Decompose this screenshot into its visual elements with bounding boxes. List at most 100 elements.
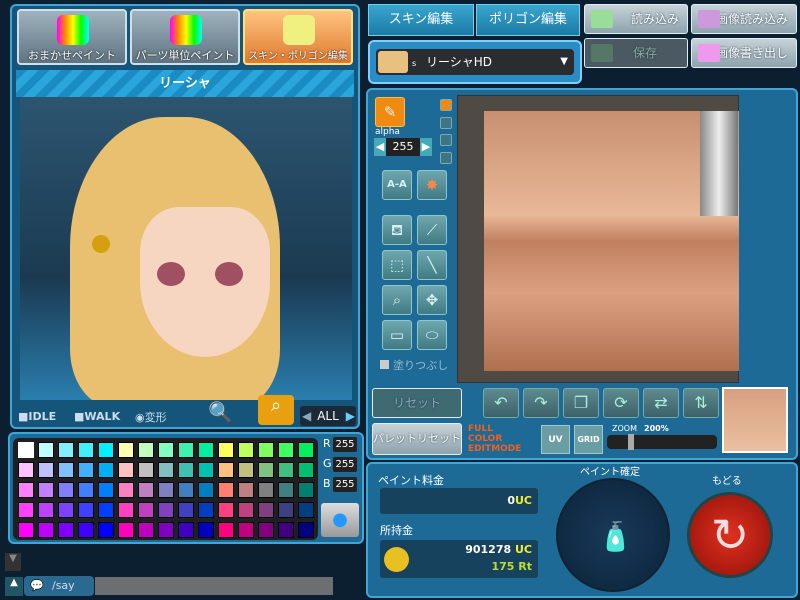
- palette-swatch[interactable]: [198, 462, 214, 478]
- chat-mode-button[interactable]: 💬 /say: [24, 576, 94, 596]
- palette-swatch[interactable]: [138, 482, 154, 498]
- color-mixer-icon[interactable]: ●: [321, 503, 359, 537]
- palette-swatch[interactable]: [238, 482, 254, 498]
- palette-swatch[interactable]: [158, 482, 174, 498]
- palette-swatch[interactable]: [278, 522, 294, 538]
- palette-swatch[interactable]: [218, 482, 234, 498]
- palette-swatch[interactable]: [18, 502, 34, 518]
- palette-swatch[interactable]: [38, 522, 54, 538]
- animation-selector[interactable]: ◀ ALL ▶: [300, 406, 356, 426]
- palette-swatch[interactable]: [118, 442, 134, 458]
- decrement-icon[interactable]: ◀: [374, 138, 386, 156]
- palette-swatch[interactable]: [38, 442, 54, 458]
- palette-swatch[interactable]: [138, 462, 154, 478]
- brush-size-4[interactable]: [440, 152, 452, 164]
- palette-swatch[interactable]: [58, 442, 74, 458]
- checkbox-icon[interactable]: [380, 360, 389, 369]
- palette-swatch[interactable]: [218, 462, 234, 478]
- palette-swatch[interactable]: [118, 462, 134, 478]
- zoom-view-icon[interactable]: 🔍: [208, 400, 246, 428]
- palette-swatch[interactable]: [258, 502, 274, 518]
- palette-swatch[interactable]: [238, 442, 254, 458]
- undo-icon[interactable]: ↶: [483, 388, 519, 418]
- palette-swatch[interactable]: [178, 462, 194, 478]
- texture-canvas[interactable]: [457, 95, 739, 383]
- flip-vertical-icon[interactable]: ⇅: [683, 388, 719, 418]
- reset-button[interactable]: リセット: [372, 388, 462, 418]
- palette-swatch[interactable]: [298, 462, 314, 478]
- increment-icon[interactable]: ▶: [420, 138, 432, 156]
- palette-swatch[interactable]: [78, 502, 94, 518]
- tab-parts-paint[interactable]: パーツ単位ペイント: [130, 9, 240, 65]
- palette-swatch[interactable]: [98, 482, 114, 498]
- palette-swatch[interactable]: [198, 482, 214, 498]
- palette-swatch[interactable]: [258, 522, 274, 538]
- search-item-icon[interactable]: ⌕: [258, 395, 294, 425]
- palette-swatch[interactable]: [138, 522, 154, 538]
- bucket-fill-icon[interactable]: ⛾: [382, 215, 412, 245]
- palette-swatch[interactable]: [198, 522, 214, 538]
- palette-swatch[interactable]: [198, 502, 214, 518]
- g-value[interactable]: 255: [333, 457, 357, 472]
- palette-swatch[interactable]: [118, 502, 134, 518]
- r-value[interactable]: 255: [333, 437, 357, 452]
- palette-swatch[interactable]: [298, 442, 314, 458]
- next-arrow-icon[interactable]: ▶: [346, 406, 355, 426]
- line-tool-icon[interactable]: ╲: [417, 250, 447, 280]
- palette-swatch[interactable]: [38, 502, 54, 518]
- palette-swatch[interactable]: [238, 462, 254, 478]
- palette-swatch[interactable]: [38, 482, 54, 498]
- palette-swatch[interactable]: [118, 522, 134, 538]
- load-image-button[interactable]: 画像読み込み: [691, 4, 797, 34]
- palette-swatch[interactable]: [178, 442, 194, 458]
- palette-swatch[interactable]: [258, 462, 274, 478]
- palette-swatch[interactable]: [238, 522, 254, 538]
- rotate-icon[interactable]: ⟳: [603, 388, 639, 418]
- paint-confirm-button[interactable]: 🧴: [556, 478, 670, 592]
- palette-swatch[interactable]: [238, 502, 254, 518]
- model-dropdown[interactable]: s リーシャHD ▼: [376, 49, 574, 75]
- palette-swatch[interactable]: [218, 502, 234, 518]
- palette-swatch[interactable]: [298, 482, 314, 498]
- tab-polygon-edit[interactable]: ポリゴン編集: [476, 4, 580, 36]
- palette-swatch[interactable]: [278, 462, 294, 478]
- tab-skin-edit[interactable]: スキン編集: [368, 4, 474, 36]
- palette-swatch[interactable]: [218, 522, 234, 538]
- palette-swatch[interactable]: [98, 522, 114, 538]
- palette-swatch[interactable]: [18, 522, 34, 538]
- palette-swatch[interactable]: [178, 502, 194, 518]
- palette-swatch[interactable]: [18, 442, 34, 458]
- palette-swatch[interactable]: [98, 502, 114, 518]
- palette-swatch[interactable]: [278, 482, 294, 498]
- move-icon[interactable]: ✥: [417, 285, 447, 315]
- rectangle-tool-icon[interactable]: ▭: [382, 320, 412, 350]
- eyedropper-icon[interactable]: ⟋: [417, 215, 447, 245]
- palette-swatch[interactable]: [58, 462, 74, 478]
- antialias-tool[interactable]: A-A: [382, 170, 412, 200]
- palette-swatch[interactable]: [138, 442, 154, 458]
- palette-swatch[interactable]: [58, 522, 74, 538]
- idle-toggle[interactable]: ■IDLE: [18, 410, 56, 423]
- palette-swatch[interactable]: [178, 522, 194, 538]
- palette-swatch[interactable]: [258, 482, 274, 498]
- character-viewer[interactable]: [20, 97, 352, 400]
- redo-icon[interactable]: ↷: [523, 388, 559, 418]
- chat-collapse-icon[interactable]: ▼: [5, 553, 21, 571]
- magnifier-icon[interactable]: ⌕: [382, 285, 412, 315]
- load-button[interactable]: 読み込み: [584, 4, 688, 34]
- brush-size-2[interactable]: [440, 117, 452, 129]
- uv-button[interactable]: UV: [541, 425, 570, 454]
- flip-horizontal-icon[interactable]: ⇄: [643, 388, 679, 418]
- palette-swatch[interactable]: [298, 522, 314, 538]
- alpha-stepper[interactable]: ◀ 255 ▶: [374, 138, 432, 156]
- stamp-tool-icon[interactable]: ✸: [417, 170, 447, 200]
- palette-swatch[interactable]: [78, 462, 94, 478]
- palette-swatch[interactable]: [58, 482, 74, 498]
- select-rect-icon[interactable]: ⬚: [382, 250, 412, 280]
- walk-toggle[interactable]: ■WALK: [74, 410, 120, 423]
- tab-skin-polygon-edit[interactable]: スキン・ポリゴン編集: [243, 9, 353, 65]
- palette-swatch[interactable]: [158, 462, 174, 478]
- palette-swatch[interactable]: [18, 482, 34, 498]
- palette-swatch[interactable]: [218, 442, 234, 458]
- palette-swatch[interactable]: [198, 442, 214, 458]
